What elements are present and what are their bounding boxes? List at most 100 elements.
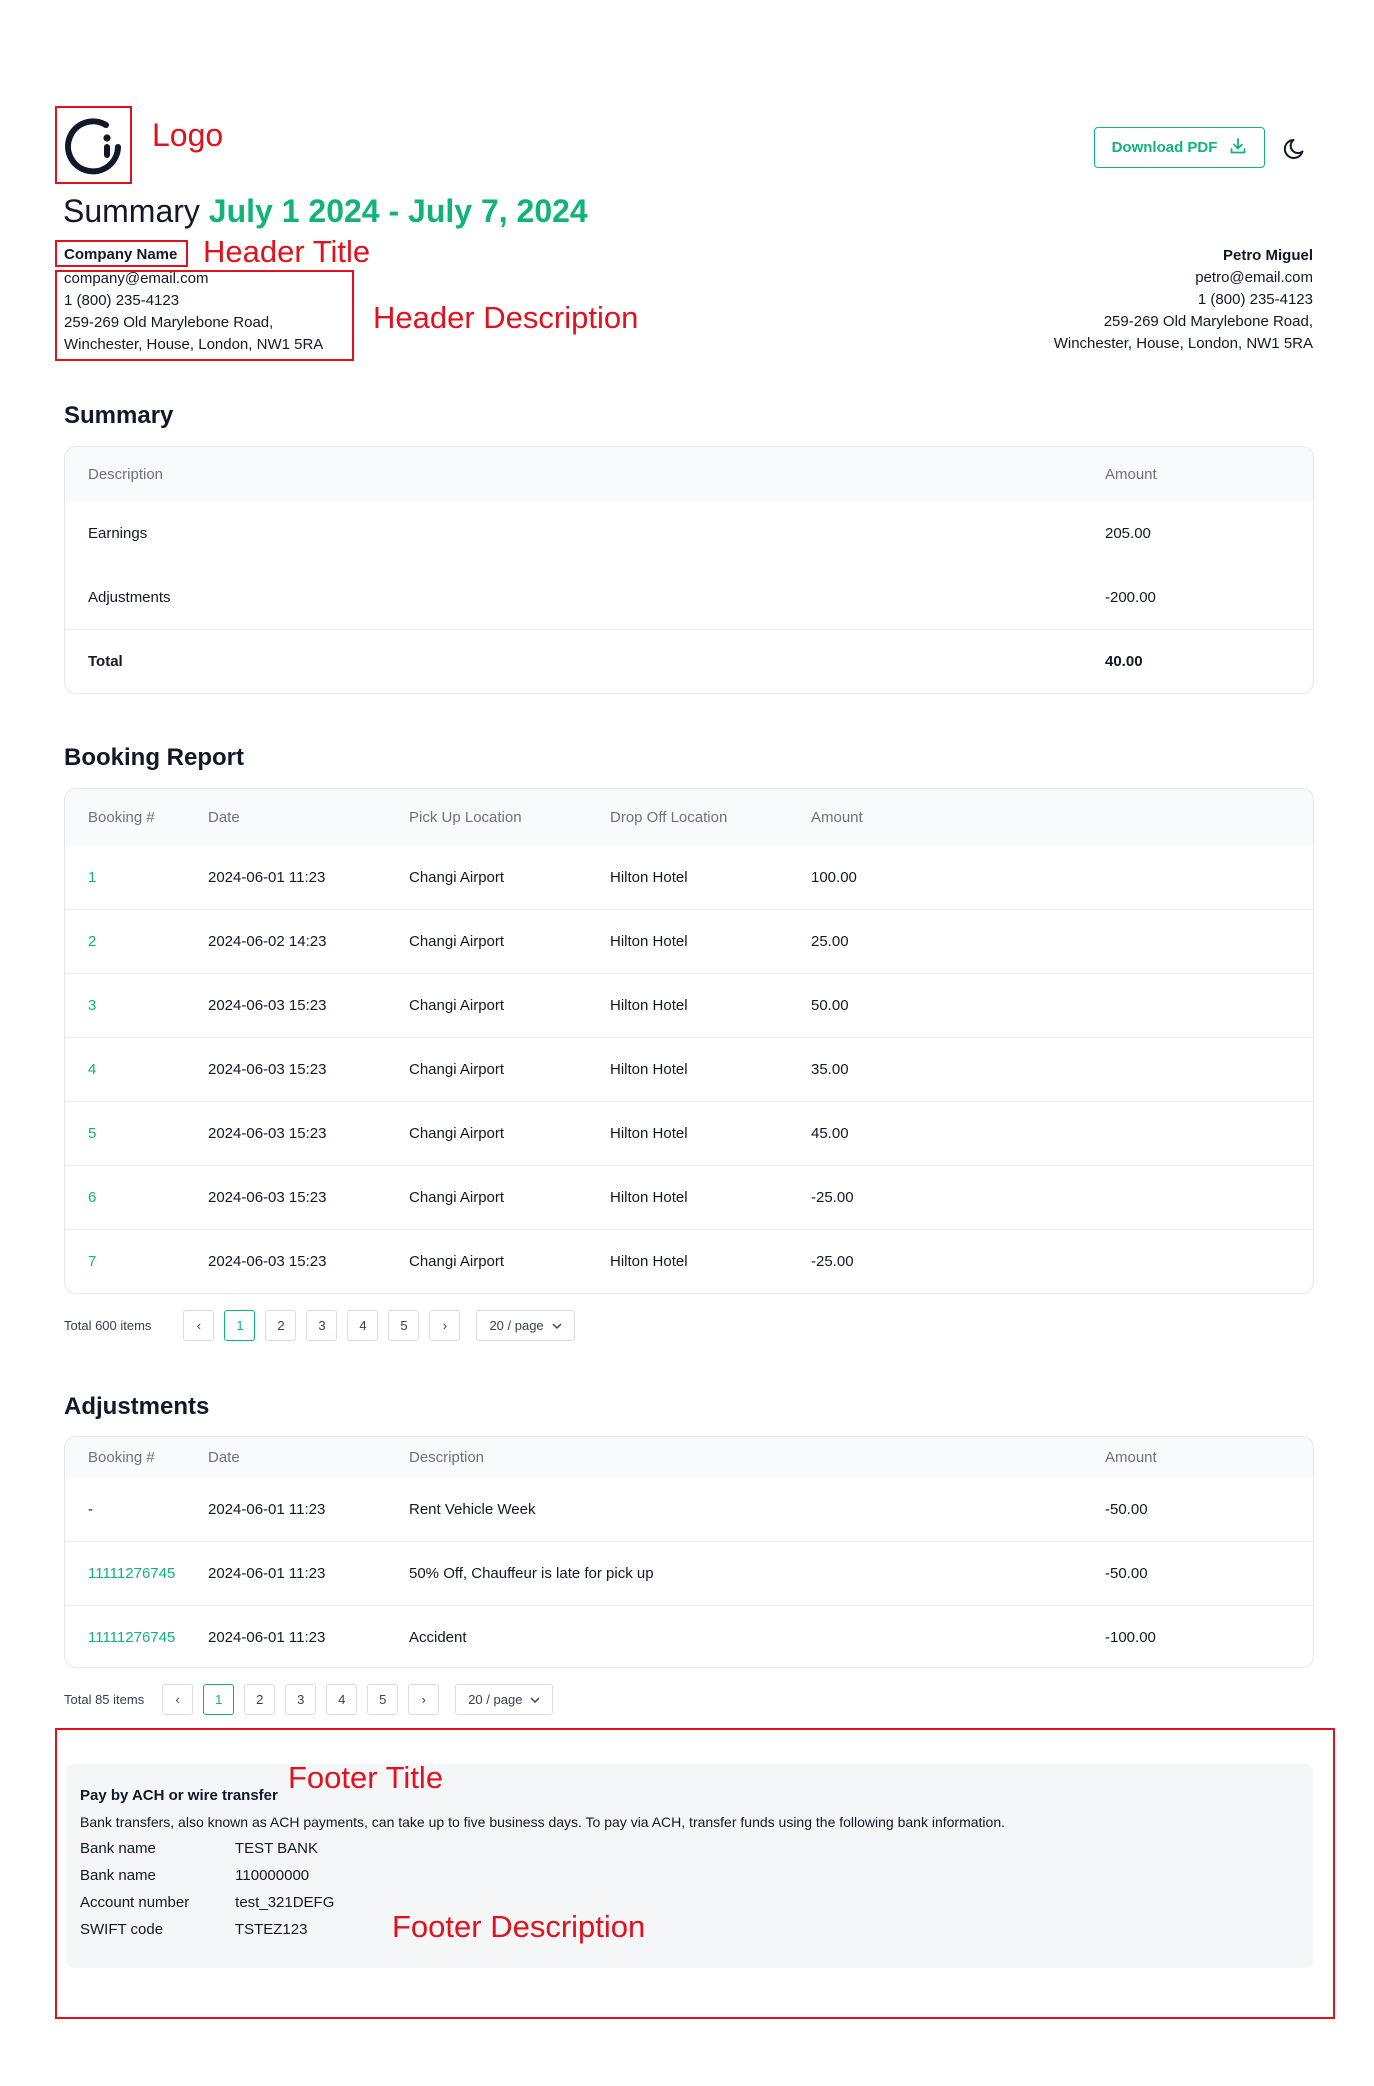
chevron-right-icon: › [442,1318,448,1333]
booking-total-items: Total 600 items [64,1318,152,1333]
page-button[interactable]: 1 [203,1684,235,1715]
booking-amount: 50.00 [811,997,849,1014]
booking-row: 7 2024-06-03 15:23 Changi Airport Hilton… [65,1229,1313,1293]
adjustment-amount: -50.00 [1105,1565,1148,1582]
summary-total-amount: 40.00 [1105,653,1143,670]
bank-detail-label: Account number [80,1894,190,1911]
adjustments-col-id: Booking # [88,1448,155,1466]
booking-pickup: Changi Airport [409,1253,505,1270]
booking-id-link[interactable]: 2 [88,910,96,973]
booking-amount: 35.00 [811,1061,849,1078]
page-size-select[interactable]: 20 / page [476,1310,575,1341]
page-title-range: July 1 2024 - July 7, 2024 [208,193,588,229]
adjustment-amount: -100.00 [1105,1629,1156,1646]
booking-pickup: Changi Airport [409,868,505,886]
booking-amount: 100.00 [811,868,857,886]
booking-id-link[interactable]: 7 [88,1230,96,1293]
page-size-value: 20 / page [468,1692,523,1707]
summary-col-description: Description [88,465,164,483]
next-page-button[interactable]: › [408,1684,440,1715]
page-button[interactable]: 1 [224,1310,256,1341]
payment-info-card: Pay by ACH or wire transfer Bank transfe… [66,1764,1313,1968]
bank-detail-value: 110000000 [235,1867,310,1884]
booking-dropoff: Hilton Hotel [610,1253,688,1270]
chevron-right-icon: › [421,1692,426,1707]
page-button[interactable]: 2 [265,1310,297,1341]
page-button[interactable]: 2 [244,1684,276,1715]
booking-id-link[interactable]: 3 [88,974,96,1037]
chevron-down-icon [552,1318,562,1333]
logo-annotation-label: Logo [152,117,224,153]
booking-dropoff: Hilton Hotel [610,868,688,886]
booking-pickup: Changi Airport [409,933,505,950]
booking-id-link[interactable]: 6 [88,1166,96,1229]
booking-id-link[interactable]: 5 [88,1102,96,1165]
customer-details: Petro Miguel petro@email.com 1 (800) 235… [1054,245,1313,355]
summary-section-title: Summary [64,402,174,429]
booking-row: 1 2024-06-01 11:23 Changi Airport Hilton… [65,845,1313,909]
booking-date: 2024-06-03 15:23 [208,1125,327,1142]
next-page-button[interactable]: › [429,1310,461,1341]
page-button[interactable]: 3 [306,1310,338,1341]
company-email: company@email.com [64,270,209,287]
adjustments-table: Booking # Date Description Amount - 2024… [64,1436,1314,1668]
booking-dropoff: Hilton Hotel [610,1061,688,1078]
booking-pickup: Changi Airport [409,1125,505,1142]
customer-phone: 1 (800) 235-4123 [1197,291,1313,308]
adjustment-description: 50% Off, Chauffeur is late for pick up [409,1565,654,1582]
page-button[interactable]: 4 [347,1310,379,1341]
company-details: company@email.com 1 (800) 235-4123 259-2… [64,268,323,356]
booking-row: 2 2024-06-02 14:23 Changi Airport Hilton… [65,909,1313,973]
download-pdf-button[interactable]: Download PDF [1094,127,1265,168]
chevron-left-icon: ‹ [175,1692,180,1707]
summary-total-row: Total 40.00 [65,629,1313,693]
summary-row: Earnings 205.00 [65,501,1313,565]
bank-detail-row: Account number test_321DEFG [80,1894,334,1911]
prev-page-button[interactable]: ‹ [162,1684,194,1715]
page-button[interactable]: 3 [285,1684,317,1715]
page-size-select[interactable]: 20 / page [455,1684,554,1715]
page-button[interactable]: 5 [388,1310,420,1341]
adjustment-row: 11111276745 2024-06-01 11:23 50% Off, Ch… [65,1541,1313,1605]
booking-row: 5 2024-06-03 15:23 Changi Airport Hilton… [65,1101,1313,1165]
moon-icon[interactable] [1282,134,1310,162]
booking-dropoff: Hilton Hotel [610,933,688,950]
bank-detail-label: SWIFT code [80,1921,164,1938]
booking-col-id: Booking # [88,808,155,826]
booking-col-pickup: Pick Up Location [409,808,522,826]
adjustment-row: - 2024-06-01 11:23 Rent Vehicle Week -50… [65,1477,1313,1541]
page-title-prefix: Summary [63,193,200,229]
bank-detail-label: Bank name [80,1840,156,1857]
booking-col-date: Date [208,808,240,826]
booking-pagination: Total 600 items ‹ 1 2 3 4 5 › 20 / page [64,1310,575,1341]
booking-id-link[interactable]: 4 [88,1038,96,1101]
adjustment-description: Rent Vehicle Week [409,1500,536,1518]
download-pdf-label: Download PDF [1111,139,1218,156]
page-button[interactable]: 4 [326,1684,358,1715]
booking-dropoff: Hilton Hotel [610,1125,688,1142]
adjustment-booking-id-link[interactable]: 11111276745 [88,1542,175,1605]
page-size-value: 20 / page [489,1318,544,1333]
booking-row: 3 2024-06-03 15:23 Changi Airport Hilton… [65,973,1313,1037]
summary-row-amount: 205.00 [1105,524,1151,542]
booking-section-title: Booking Report [64,744,244,771]
download-icon [1229,137,1247,159]
summary-total-label: Total [88,653,123,670]
customer-name: Petro Miguel [1222,247,1313,264]
customer-address-line-1: 259-269 Old Marylebone Road, [1103,313,1313,330]
adjustment-booking-id-link[interactable]: 11111276745 [88,1606,175,1667]
booking-pickup: Changi Airport [409,1189,505,1206]
booking-id-link[interactable]: 1 [88,845,96,909]
footer-title: Pay by ACH or wire transfer [80,1787,278,1804]
prev-page-button[interactable]: ‹ [183,1310,215,1341]
booking-col-amount: Amount [811,808,863,826]
booking-row: 6 2024-06-03 15:23 Changi Airport Hilton… [65,1165,1313,1229]
header-description-annotation-label: Header Description [373,300,639,335]
summary-row-amount: -200.00 [1105,588,1156,606]
summary-row-description: Earnings [88,524,148,542]
page-button[interactable]: 5 [367,1684,399,1715]
customer-address-line-2: Winchester, House, London, NW1 5RA [1053,335,1313,352]
booking-dropoff: Hilton Hotel [610,1189,688,1206]
bank-detail-row: Bank name 110000000 [80,1867,309,1884]
page-title: Summary July 1 2024 - July 7, 2024 [63,193,588,230]
